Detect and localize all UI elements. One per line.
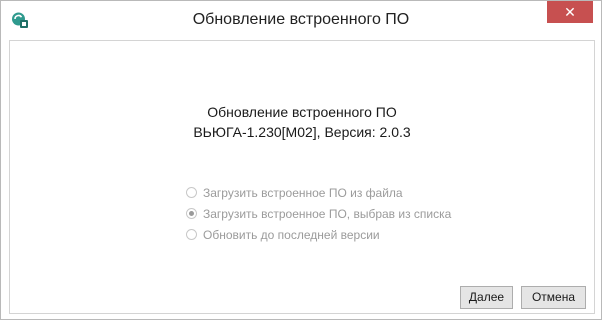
heading: Обновление встроенного ПО ВЬЮГА-1.230[М0…: [10, 102, 594, 142]
radio-load-from-list[interactable]: [186, 208, 197, 219]
update-options-group: Загрузить встроенное ПО из файла Загрузи…: [186, 182, 451, 245]
option-label: Обновить до последней версии: [203, 227, 380, 242]
option-update-latest[interactable]: Обновить до последней версии: [186, 224, 451, 245]
close-icon: ✕: [564, 4, 576, 20]
option-label: Загрузить встроенное ПО, выбрав из списк…: [203, 206, 452, 221]
radio-load-from-file[interactable]: [186, 187, 197, 198]
title-bar: Обновление встроенного ПО ✕: [1, 1, 601, 41]
heading-title: Обновление встроенного ПО: [207, 104, 397, 120]
next-button[interactable]: Далее: [460, 286, 513, 309]
option-load-from-list[interactable]: Загрузить встроенное ПО, выбрав из списк…: [186, 203, 451, 224]
cancel-button[interactable]: Отмена: [521, 286, 586, 309]
device-version: ВЬЮГА-1.230[М02], Версия: 2.0.3: [193, 124, 411, 140]
dialog-content: Обновление встроенного ПО ВЬЮГА-1.230[М0…: [9, 40, 595, 314]
dialog-window: Обновление встроенного ПО ✕ Обновление в…: [0, 0, 602, 320]
close-button[interactable]: ✕: [547, 1, 593, 23]
option-load-from-file[interactable]: Загрузить встроенное ПО из файла: [186, 182, 451, 203]
radio-update-latest[interactable]: [186, 229, 197, 240]
option-label: Загрузить встроенное ПО из файла: [203, 185, 403, 200]
window-title: Обновление встроенного ПО: [192, 11, 410, 28]
